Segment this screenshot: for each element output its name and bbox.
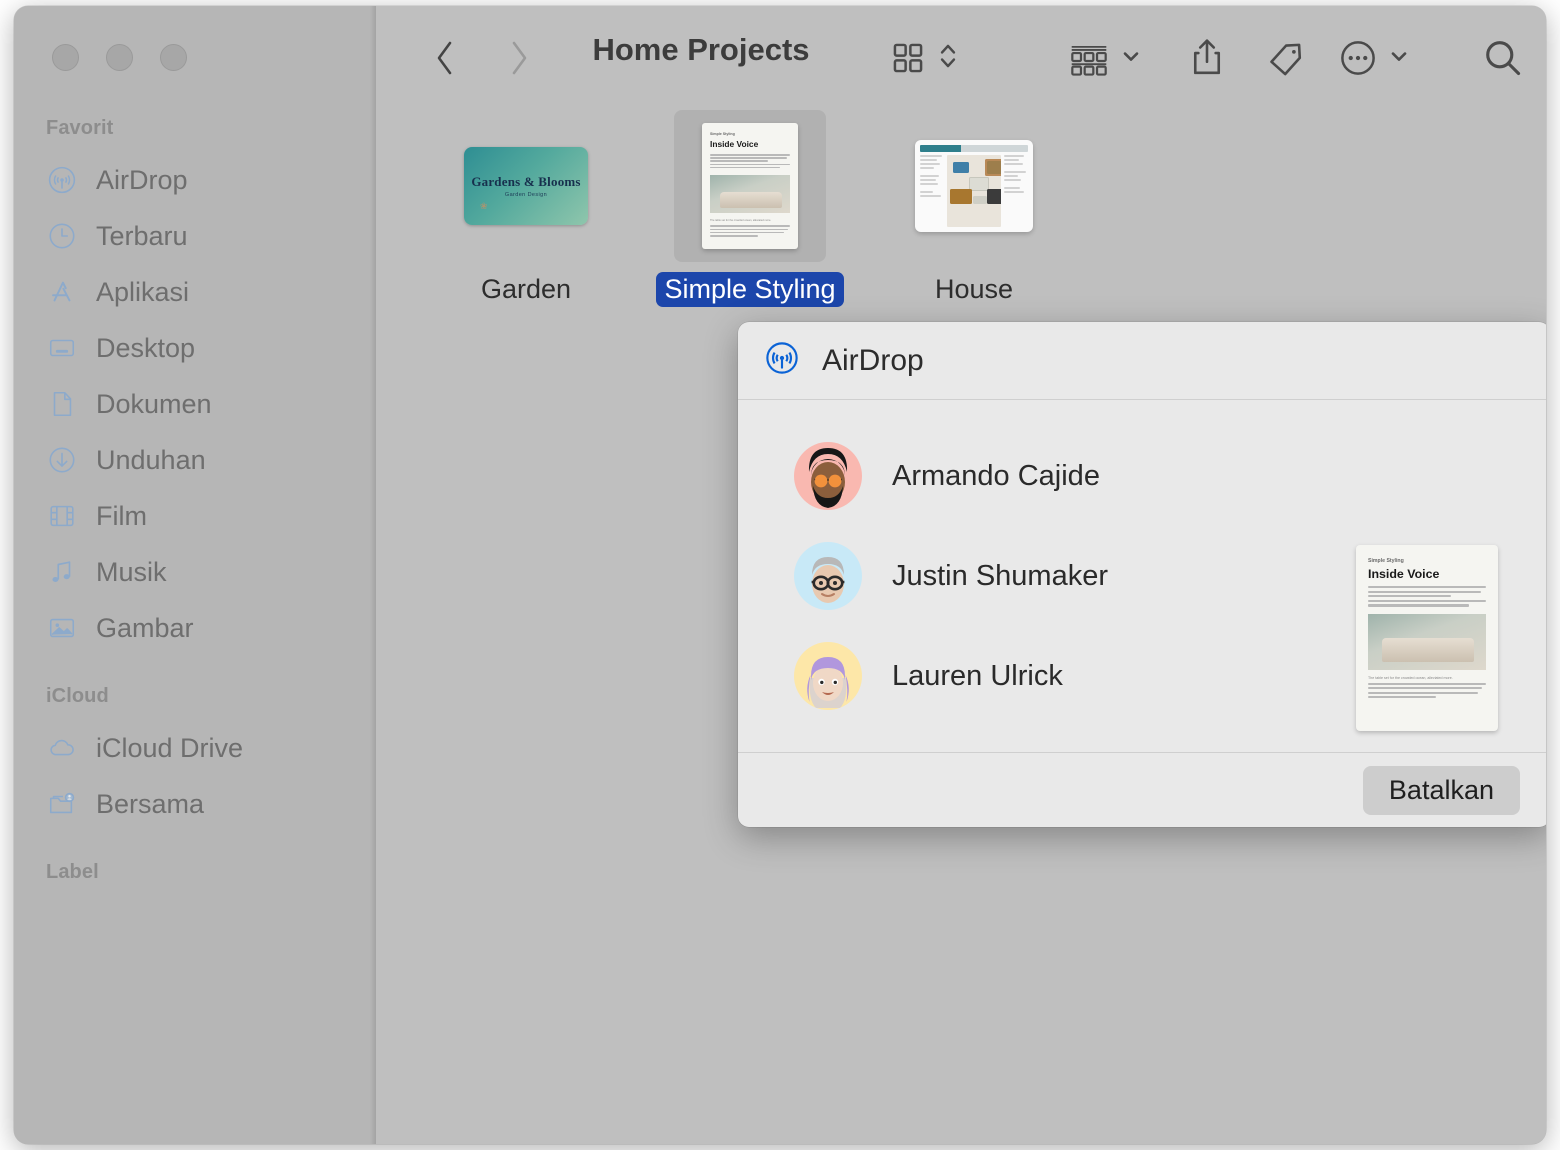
leaf-icon: ❀ (480, 201, 488, 211)
tag-button[interactable] (1264, 32, 1306, 84)
avatar (794, 642, 862, 710)
page-title: Home Projects (592, 32, 810, 67)
avatar (794, 542, 862, 610)
sidebar-item-desktop[interactable]: Desktop (14, 320, 376, 376)
doc-photo (710, 175, 790, 214)
garden-card-thumbnail: Gardens & Blooms Garden Design ❀ (464, 147, 588, 225)
sidebar-item-label: iCloud Drive (96, 732, 244, 763)
airdrop-icon (46, 164, 78, 196)
dialog-title: AirDrop (822, 343, 924, 377)
sidebar-icloud-list: iCloud Drive Bersama (14, 720, 376, 832)
sidebar-item-recents[interactable]: Terbaru (14, 208, 376, 264)
sidebar-section-tags: Label (46, 861, 99, 883)
zoom-button[interactable] (160, 44, 187, 71)
file-thumbnail: Simple Styling Inside Voice The table se… (674, 110, 826, 262)
toolbar: Home Projects (376, 6, 1546, 110)
chevron-down-icon[interactable] (1119, 44, 1143, 73)
clock-icon (46, 220, 78, 252)
airdrop-icon (764, 340, 800, 381)
icon-view-button[interactable] (889, 32, 960, 84)
doc-title: Inside Voice (710, 139, 759, 149)
sidebar-item-label: Dokumen (96, 388, 212, 419)
sidebar-item-downloads[interactable]: Unduhan (14, 432, 376, 488)
picture-icon (46, 612, 78, 644)
dialog-body: Armando Cajide Justin Shumaker Lauren Ul… (738, 400, 1546, 752)
share-button[interactable] (1188, 32, 1226, 84)
sidebar-item-applications[interactable]: Aplikasi (14, 264, 376, 320)
search-button[interactable] (1481, 32, 1525, 84)
cloud-icon (46, 732, 78, 764)
sidebar-item-label: Aplikasi (96, 276, 190, 307)
sidebar-item-pictures[interactable]: Gambar (14, 600, 376, 656)
doc-footer-lines (710, 225, 790, 237)
document-thumbnail: Simple Styling Inside Voice The table se… (702, 123, 798, 249)
cancel-button[interactable]: Batalkan (1362, 765, 1520, 815)
forward-button[interactable] (496, 34, 542, 82)
file-item-house[interactable]: House (862, 110, 1086, 307)
film-icon (46, 500, 78, 532)
sidebar-item-label: Terbaru (96, 220, 188, 251)
chevron-down-icon[interactable] (1387, 44, 1411, 73)
file-thumbnail: Gardens & Blooms Garden Design ❀ (450, 110, 602, 262)
file-name-label[interactable]: House (927, 272, 1021, 307)
sidebar-item-label: AirDrop (96, 164, 188, 195)
traffic-lights (52, 44, 187, 71)
contact-row-armando[interactable]: Armando Cajide (738, 426, 1546, 526)
sidebar-item-documents[interactable]: Dokumen (14, 376, 376, 432)
music-note-icon (46, 556, 78, 588)
contact-name: Lauren Ulrick (892, 659, 1063, 692)
sidebar-item-label: Musik (96, 556, 167, 587)
close-button[interactable] (52, 44, 79, 71)
sidebar-item-music[interactable]: Musik (14, 544, 376, 600)
file-item-simple-styling[interactable]: Simple Styling Inside Voice The table se… (638, 110, 862, 307)
contact-name: Armando Cajide (892, 459, 1100, 492)
file-grid: Gardens & Blooms Garden Design ❀ Garden … (376, 110, 1546, 307)
desktop-icon (46, 332, 78, 364)
dialog-footer: Batalkan (738, 752, 1546, 827)
sidebar-item-shared[interactable]: Bersama (14, 776, 376, 832)
sidebar-favorites-list: AirDrop Terbaru Aplikasi Desktop Dokumen… (14, 152, 376, 656)
sidebar-item-icloud-drive[interactable]: iCloud Drive (14, 720, 376, 776)
preview-caption: The table set for the crowded ocean, all… (1368, 675, 1453, 680)
card-subtitle: Garden Design (504, 192, 548, 198)
sort-icon[interactable] (936, 37, 960, 80)
sidebar: Favorit AirDrop Terbaru Aplikasi Desktop… (14, 6, 376, 1144)
document-icon (46, 388, 78, 420)
file-preview-thumbnail: Simple Styling Inside Voice The table se… (1356, 545, 1498, 731)
sidebar-item-label: Gambar (96, 612, 194, 643)
sidebar-item-movies[interactable]: Film (14, 488, 376, 544)
avatar (794, 442, 862, 510)
back-button[interactable] (422, 34, 468, 82)
doc-kicker: Simple Styling (710, 132, 735, 136)
finder-window: Favorit AirDrop Terbaru Aplikasi Desktop… (14, 6, 1546, 1144)
sidebar-item-label: Film (96, 500, 147, 531)
sidebar-item-label: Bersama (96, 788, 205, 819)
file-thumbnail (898, 110, 1050, 262)
file-name-label[interactable]: Garden (473, 272, 579, 307)
download-icon (46, 444, 78, 476)
sidebar-section-icloud: iCloud (46, 685, 109, 707)
sidebar-item-label: Desktop (96, 332, 196, 363)
doc-caption: The table set for the crowded ocean, all… (710, 219, 772, 223)
more-options-button[interactable] (1338, 32, 1411, 84)
preview-kicker: Simple Styling (1368, 558, 1404, 564)
layout-thumbnail (915, 140, 1033, 232)
sidebar-item-airdrop[interactable]: AirDrop (14, 152, 376, 208)
dialog-header: AirDrop (738, 322, 1546, 400)
preview-title: Inside Voice (1368, 567, 1440, 581)
file-item-garden[interactable]: Gardens & Blooms Garden Design ❀ Garden (414, 110, 638, 307)
sidebar-item-label: Unduhan (96, 444, 206, 475)
card-title: Gardens & Blooms (471, 174, 581, 189)
minimize-button[interactable] (106, 44, 133, 71)
content-area: Home Projects Gardens & Blooms Garden De… (376, 6, 1546, 1144)
contact-name: Justin Shumaker (892, 559, 1108, 592)
airdrop-dialog: AirDrop Armando Cajide Justin Shumaker L… (738, 322, 1546, 827)
doc-body-lines (710, 154, 790, 169)
sidebar-section-favorites: Favorit (46, 117, 114, 139)
appstore-icon (46, 276, 78, 308)
file-name-label[interactable]: Simple Styling (656, 272, 844, 307)
shared-folder-icon (46, 788, 78, 820)
group-by-button[interactable] (1068, 32, 1143, 84)
